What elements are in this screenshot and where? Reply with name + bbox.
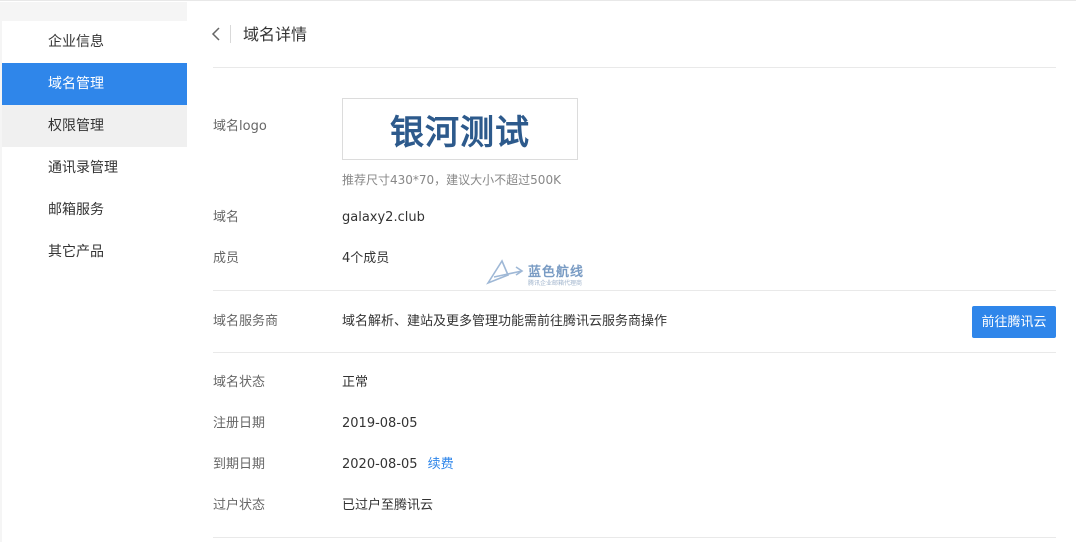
transfer-value: 已过户至腾讯云 <box>342 498 434 513</box>
sidebar-item-label: 权限管理 <box>48 118 104 134</box>
sidebar-item-domain-management[interactable]: 域名管理 <box>2 63 187 105</box>
renew-link[interactable]: 续费 <box>428 457 454 472</box>
sidebar-item-contacts[interactable]: 通讯录管理 <box>2 147 187 189</box>
sidebar-item-label: 其它产品 <box>48 244 104 260</box>
members-value: 4个成员 <box>342 251 390 266</box>
sidebar-item-label: 企业信息 <box>48 34 104 50</box>
header: 域名详情 <box>187 2 1076 68</box>
header-divider <box>230 25 231 43</box>
expire-date-row: 2020-08-05 续费 <box>342 456 454 474</box>
watermark-logo: 蓝色航线 腾讯企业邮箱代理商 <box>485 257 596 289</box>
sidebar-item-mailbox[interactable]: 邮箱服务 <box>2 189 187 231</box>
expire-date-value: 2020-08-05 <box>342 457 418 472</box>
provider-label: 域名服务商 <box>213 314 279 329</box>
domain-value: galaxy2.club <box>342 210 425 225</box>
main-content: 域名详情 域名logo 银河测试 推荐尺寸430*70，建议大小不超过500K … <box>187 2 1076 542</box>
back-button[interactable] <box>209 24 225 44</box>
status-label: 域名状态 <box>213 375 266 390</box>
section-divider <box>213 537 1056 538</box>
section-divider <box>213 352 1056 353</box>
page-title: 域名详情 <box>243 25 308 44</box>
page: 企业信息 域名管理 权限管理 通讯录管理 邮箱服务 其它产品 域名详情 域名lo… <box>0 0 1076 542</box>
register-date-value: 2019-08-05 <box>342 416 418 431</box>
transfer-label: 过户状态 <box>213 498 266 513</box>
header-divider-line <box>213 67 1056 68</box>
domain-label: 域名 <box>213 210 240 225</box>
members-label: 成员 <box>213 251 240 266</box>
watermark-subtitle: 腾讯企业邮箱代理商 <box>528 280 583 287</box>
sidebar-item-label: 域名管理 <box>48 76 104 92</box>
status-value: 正常 <box>342 375 369 390</box>
paper-plane-icon <box>485 259 524 285</box>
section-divider <box>213 290 1056 291</box>
sidebar-item-company-info[interactable]: 企业信息 <box>2 21 187 63</box>
goto-tencent-cloud-button[interactable]: 前往腾讯云 <box>972 306 1056 338</box>
expire-date-label: 到期日期 <box>213 457 266 472</box>
sidebar-item-permissions[interactable]: 权限管理 <box>2 105 187 147</box>
logo-image-text: 银河测试 <box>390 112 530 153</box>
chevron-left-icon <box>211 27 220 41</box>
logo-label: 域名logo <box>213 119 267 134</box>
logo-hint: 推荐尺寸430*70，建议大小不超过500K <box>342 173 561 187</box>
sidebar-item-label: 邮箱服务 <box>48 202 104 218</box>
sidebar-item-other-products[interactable]: 其它产品 <box>2 231 187 542</box>
register-date-label: 注册日期 <box>213 416 266 431</box>
logo-upload[interactable]: 银河测试 <box>342 98 578 160</box>
provider-value: 域名解析、建站及更多管理功能需前往腾讯云服务商操作 <box>342 314 668 329</box>
sidebar-item-label: 通讯录管理 <box>48 160 118 176</box>
sidebar: 企业信息 域名管理 权限管理 通讯录管理 邮箱服务 其它产品 <box>0 2 187 542</box>
